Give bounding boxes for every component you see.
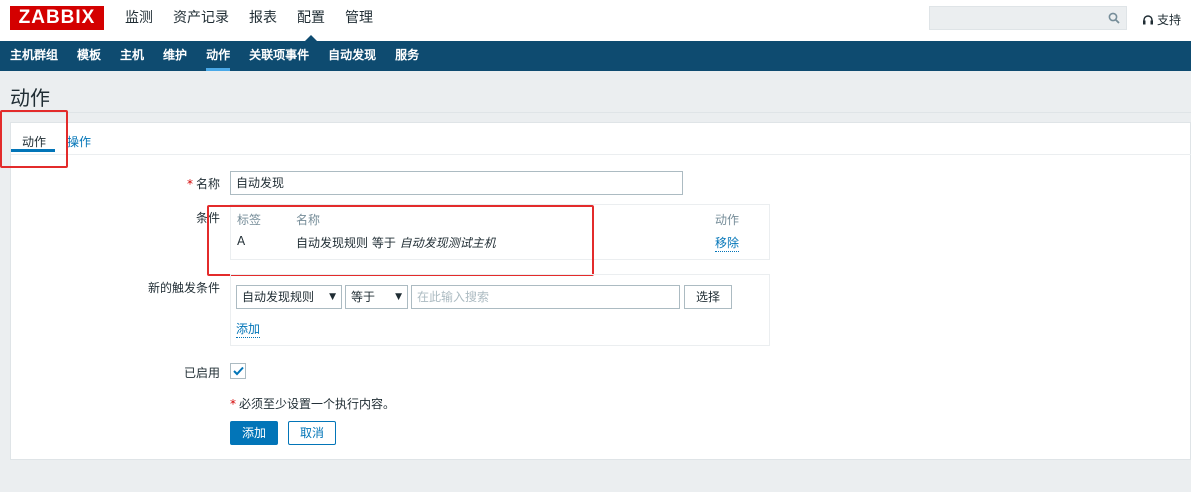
dropdown-arrow-icon: ▼: [395, 292, 402, 302]
page-title: 动作: [10, 86, 50, 110]
sub-nav-hosts[interactable]: 主机: [120, 41, 144, 71]
sub-nav-host-groups[interactable]: 主机群组: [10, 41, 58, 71]
highlight-box-conditions: [207, 205, 594, 276]
main-nav-inventory[interactable]: 资产记录: [173, 0, 229, 41]
condition-operator-select[interactable]: 等于 ▼: [345, 285, 408, 309]
sub-nav-services[interactable]: 服务: [395, 41, 419, 71]
enabled-checkbox[interactable]: [230, 363, 246, 379]
select-button[interactable]: 选择: [684, 285, 732, 309]
sub-nav-event-correlation[interactable]: 关联项事件: [249, 41, 309, 71]
add-button[interactable]: 添加: [230, 421, 278, 445]
condition-search-input[interactable]: 在此输入搜索: [411, 285, 680, 309]
sub-nav-actions[interactable]: 动作: [206, 41, 231, 71]
name-label: * 名称: [186, 177, 220, 191]
add-condition-link[interactable]: 添加: [236, 320, 261, 338]
new-condition-label: 新的触发条件: [147, 281, 220, 295]
headset-icon: [1143, 14, 1153, 24]
tab-bar: 动作 操作: [11, 123, 1191, 155]
required-note: * 必须至少设置一个执行内容。: [230, 397, 396, 411]
enabled-label: 已启用: [183, 366, 220, 380]
global-search: [929, 6, 1127, 30]
search-input[interactable]: [930, 7, 1100, 29]
sub-nav-discovery[interactable]: 自动发现: [328, 41, 376, 71]
main-nav-monitoring[interactable]: 监测: [125, 0, 153, 41]
sub-nav-maintenance[interactable]: 维护: [163, 41, 187, 71]
sub-nav-templates[interactable]: 模板: [77, 41, 101, 71]
tab-operations[interactable]: 操作: [67, 133, 91, 150]
main-nav: 监测 资产记录 报表 配置 管理: [125, 0, 393, 41]
main-nav-administration[interactable]: 管理: [345, 0, 373, 41]
name-field[interactable]: 自动发现: [230, 171, 683, 195]
required-asterisk: *: [230, 397, 236, 411]
support-link[interactable]: 支持: [1142, 11, 1181, 28]
highlight-box-tabs: [0, 110, 68, 168]
checkmark-icon: [233, 366, 244, 376]
search-icon[interactable]: [1108, 12, 1120, 24]
required-asterisk: *: [186, 177, 193, 191]
conditions-header-action: 动作: [715, 213, 740, 227]
sub-nav: 主机群组 模板 主机 维护 动作 关联项事件 自动发现 服务: [0, 41, 1191, 71]
support-label: 支持: [1157, 13, 1182, 27]
condition-remove-link[interactable]: 移除: [715, 234, 740, 252]
main-nav-reports[interactable]: 报表: [249, 0, 277, 41]
top-header: ZABBIX 监测 资产记录 报表 配置 管理 支持: [0, 0, 1191, 41]
main-nav-configuration[interactable]: 配置: [297, 0, 325, 41]
zabbix-logo[interactable]: ZABBIX: [10, 6, 104, 30]
dropdown-arrow-icon: ▼: [329, 292, 336, 302]
title-divider: [0, 112, 1191, 113]
condition-type-select[interactable]: 自动发现规则 ▼: [236, 285, 342, 309]
cancel-button[interactable]: 取消: [288, 421, 336, 445]
